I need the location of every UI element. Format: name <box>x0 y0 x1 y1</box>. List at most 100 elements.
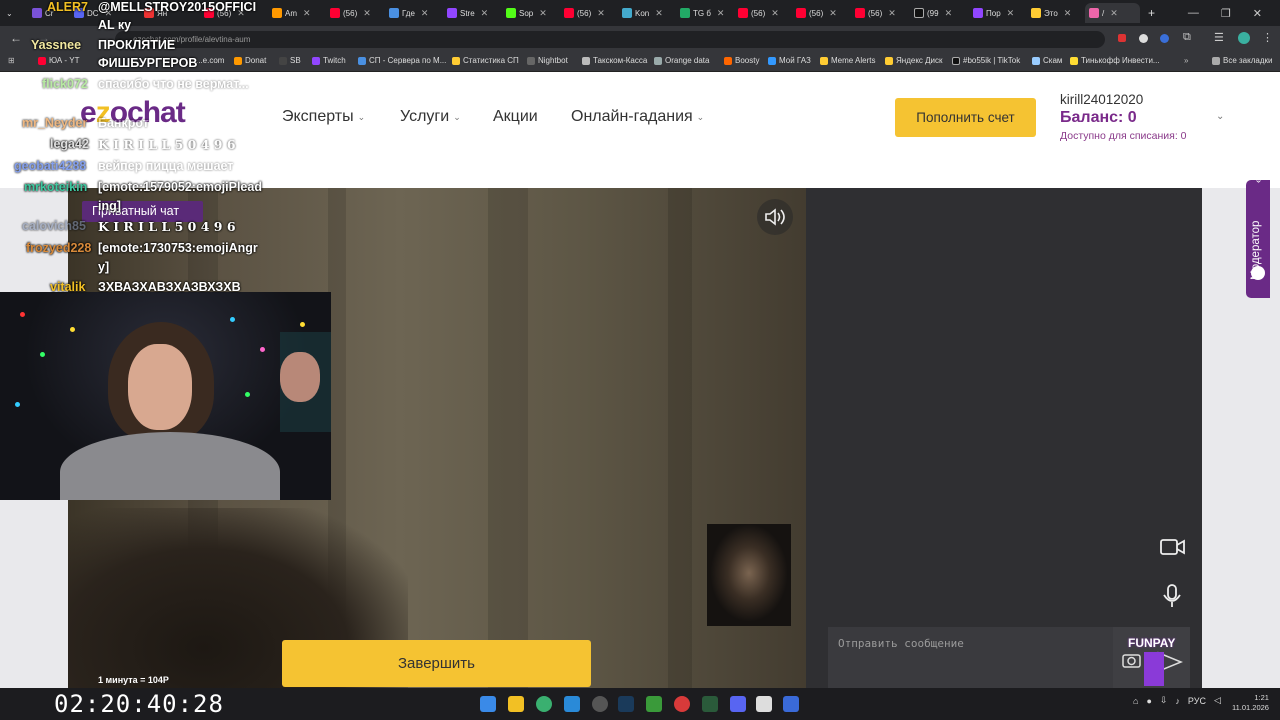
menu-icon[interactable]: ⋮ <box>1262 31 1273 44</box>
browser-tab-active[interactable]: / ✕ <box>1085 3 1140 23</box>
video-camera-icon <box>1160 539 1185 555</box>
browser-tab[interactable]: Am ✕ <box>268 3 318 23</box>
network-icon[interactable]: ● <box>1146 696 1151 706</box>
maximize-icon[interactable]: ❐ <box>1221 7 1231 20</box>
extension-icon[interactable] <box>1160 34 1169 43</box>
xbox-icon[interactable] <box>646 696 662 712</box>
chevron-left-icon: « <box>1253 177 1264 183</box>
app-icon[interactable] <box>756 696 772 712</box>
chevron-down-icon: ⌄ <box>453 111 461 122</box>
bookmark[interactable]: Тинькофф Инвести... <box>1070 56 1160 65</box>
language-indicator[interactable]: РУС <box>1188 696 1206 706</box>
bookmark[interactable]: ЮА - YT <box>38 56 79 65</box>
chat-message: [emote:1579052:emojiPlead <box>98 180 262 194</box>
extension-icon[interactable] <box>1118 34 1126 42</box>
browser-tab[interactable]: (99 ✕ <box>910 3 964 23</box>
chat-username: frozyed228 <box>26 241 92 255</box>
browser-tab[interactable]: Kon ✕ <box>618 3 672 23</box>
browser-tab[interactable]: (56) ✕ <box>326 3 380 23</box>
all-bookmarks[interactable]: Все закладки <box>1212 56 1272 65</box>
app-icon[interactable] <box>674 696 690 712</box>
tab-search-button[interactable]: ⌄ <box>2 3 26 23</box>
apps-icon[interactable]: ⊞ <box>8 56 15 65</box>
chat-username: Yassnee <box>31 38 82 52</box>
sidebar-icon[interactable]: ☰ <box>1214 31 1224 44</box>
chevron-right-icon[interactable]: » <box>1184 56 1188 65</box>
avatar[interactable] <box>1238 32 1250 44</box>
browser-tab[interactable]: TG б ✕ <box>676 3 730 23</box>
self-camera-preview <box>707 524 791 626</box>
bookmark[interactable]: Boosty <box>724 56 759 65</box>
close-icon[interactable]: ✕ <box>1253 7 1262 20</box>
browser-tab[interactable]: Пор ✕ <box>969 3 1023 23</box>
puzzle-icon[interactable]: ⧉ <box>1183 31 1191 44</box>
browser-tab[interactable]: Sop ✕ <box>502 3 556 23</box>
bookmark[interactable]: SB <box>279 56 301 65</box>
wifi-icon[interactable]: ⌂ <box>1133 696 1138 706</box>
bookmark[interactable]: #bo55ik | TikTok <box>952 56 1020 65</box>
app-icon[interactable] <box>783 696 799 712</box>
browser-tab[interactable]: (56) ✕ <box>734 3 788 23</box>
url-field[interactable]: ezochat.com/profile/alevtina-aum <box>115 31 1105 48</box>
bookmark[interactable]: ...e.com <box>196 56 224 65</box>
discord-icon[interactable] <box>730 696 746 712</box>
start-icon[interactable] <box>480 696 496 712</box>
bookmark[interactable]: Donat <box>234 56 266 65</box>
moderator-tab[interactable]: Модератор « <box>1246 177 1270 298</box>
steam-icon[interactable] <box>618 696 634 712</box>
username: kirill24012020 <box>1060 92 1144 107</box>
topup-button[interactable]: Пополнить счет <box>895 98 1036 137</box>
bookmark[interactable]: Nightbot <box>527 56 568 65</box>
browser-tab[interactable]: Это ✕ <box>1027 3 1081 23</box>
bookmark[interactable]: СП - Сервера по М... <box>358 56 446 65</box>
window-controls: — ❐ ✕ <box>1188 0 1280 26</box>
download-icon[interactable]: ⇩ <box>1160 695 1168 706</box>
chat-message: ЗХВАЗХАВЗХАЗВХЗХВ <box>98 280 241 294</box>
end-call-button[interactable]: Завершить <box>282 640 591 687</box>
bookmark[interactable]: Яндекс Диск <box>885 56 943 65</box>
back-icon[interactable]: ← <box>10 31 22 45</box>
chevron-down-icon: ⌄ <box>357 111 366 122</box>
new-tab-button[interactable]: + <box>1144 3 1162 23</box>
bookmark[interactable]: Meme Alerts <box>820 56 875 65</box>
excel-icon[interactable] <box>702 696 718 712</box>
browser-tab[interactable]: (56) ✕ <box>560 3 614 23</box>
volume-icon[interactable]: ◁ <box>1214 695 1221 706</box>
chat-username: mr_Neyder <box>22 116 88 130</box>
streamer-webcam <box>0 292 331 500</box>
file-explorer-icon[interactable] <box>508 696 524 712</box>
browser-tab[interactable]: Stre ✕ <box>443 3 497 23</box>
funpay-logo: FUNPAY <box>1126 636 1182 686</box>
chevron-down-icon[interactable]: ⌄ <box>1216 111 1224 122</box>
clock[interactable]: 1:21 11.01.2026 <box>1232 693 1269 713</box>
browser-tab[interactable]: (56) ✕ <box>792 3 846 23</box>
nav-experts[interactable]: Эксперты ⌄ <box>282 108 365 126</box>
nav-promotions[interactable]: Акции <box>493 108 538 126</box>
browser-tab[interactable]: (56) ✕ <box>851 3 905 23</box>
nav-online-readings[interactable]: Онлайн-гадания ⌄ <box>571 108 704 126</box>
chat-username: geobati4288 <box>14 159 87 173</box>
chat-username: mrkoteikin <box>24 180 88 194</box>
chat-message: @MELLSTROY2015OFFICI <box>98 0 257 14</box>
nav-services[interactable]: Услуги ⌄ <box>400 108 461 126</box>
microphone-toggle-button[interactable] <box>1153 577 1191 615</box>
volume-button[interactable] <box>757 199 793 235</box>
obs-icon[interactable] <box>592 696 608 712</box>
chat-message: ФИШБУРГЕРОВ <box>98 56 198 70</box>
bookmark[interactable]: Мой ГАЗ <box>768 56 811 65</box>
chrome-icon[interactable] <box>536 696 552 712</box>
camera-toggle-button[interactable] <box>1153 528 1191 566</box>
bookmark[interactable]: Orange data <box>654 56 709 65</box>
bookmark[interactable]: Такском-Касса <box>582 56 647 65</box>
bookmark[interactable]: Скам <box>1032 56 1062 65</box>
bookmark[interactable]: Статистика СП <box>452 56 519 65</box>
telegram-icon[interactable] <box>564 696 580 712</box>
minimize-icon[interactable]: — <box>1188 7 1199 19</box>
chat-message: K I R I L L 5 0 4 9 6 <box>98 137 236 152</box>
extension-icon[interactable] <box>1139 34 1148 43</box>
bookmark[interactable]: Twitch <box>312 56 346 65</box>
message-input[interactable]: Отправить сообщение <box>828 627 1113 688</box>
system-tray: ⌂ ● ⇩ ♪ РУС ◁ <box>1133 695 1221 706</box>
browser-tab[interactable]: Где ✕ <box>385 3 439 23</box>
speaker-icon[interactable]: ♪ <box>1175 696 1180 706</box>
